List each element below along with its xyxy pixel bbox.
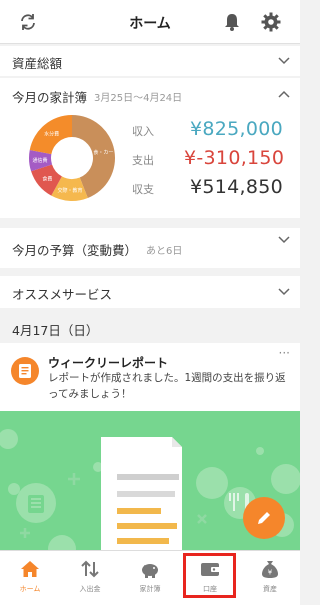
donut-slice-label: 交際・教育 <box>57 187 82 194</box>
tab-household[interactable]: 家計簿 <box>120 551 180 605</box>
assets-title: 資産総額 <box>12 56 63 71</box>
date-heading: 4月17日（日） <box>12 323 99 338</box>
piggy-bank-icon <box>142 564 158 578</box>
tab-transactions[interactable]: 入出金 <box>60 551 120 605</box>
gear-icon[interactable] <box>261 12 281 32</box>
services-title: オススメサービス <box>12 287 113 302</box>
income-label: 収入 <box>132 125 154 138</box>
tab-home-label: ホーム <box>19 585 41 593</box>
tab-highlight-box <box>183 553 236 598</box>
donut-slice-label: 水分費 <box>44 130 59 137</box>
page-title: ホーム <box>129 16 171 32</box>
bottom-tab-bar: ホーム 入出金 家計簿 口座 ¥ 資産 <box>0 550 300 605</box>
tab-home[interactable]: ホーム <box>0 551 60 605</box>
top-header: ホーム <box>0 0 300 44</box>
assets-row[interactable]: 資産総額 <box>0 46 300 76</box>
chevron-up-icon[interactable] <box>278 90 290 98</box>
donut-slice-label: 食費 <box>42 175 52 182</box>
chevron-down-icon <box>278 236 290 244</box>
home-icon <box>21 561 39 577</box>
svg-text:¥: ¥ <box>268 569 273 577</box>
household-period: 3月25日〜4月24日 <box>94 93 183 104</box>
chevron-down-icon <box>278 288 290 296</box>
household-card: 今月の家計簿 3月25日〜4月24日 食・カー 交際・教育 食費 通信費 水分費 収入 … <box>0 78 300 218</box>
edit-fab-button[interactable] <box>243 497 285 539</box>
expense-value: ¥-310,150 <box>184 147 285 169</box>
balance-label: 収支 <box>132 183 154 196</box>
household-title: 今月の家計簿 <box>12 90 88 105</box>
balance-value: ¥514,850 <box>190 176 284 198</box>
report-icon <box>11 357 39 385</box>
transfer-icon <box>81 560 99 578</box>
tab-assets-label: 資産 <box>263 585 277 593</box>
tab-household-label: 家計簿 <box>139 585 161 593</box>
services-row[interactable]: オススメサービス <box>0 276 300 308</box>
donut-slice-label: 食・カー <box>93 149 113 156</box>
chevron-down-icon <box>278 57 290 65</box>
money-bag-icon: ¥ <box>262 561 278 578</box>
budget-title: 今月の予算（変動費） <box>12 243 138 258</box>
tab-assets[interactable]: ¥ 資産 <box>240 551 300 605</box>
donut-slice-label: 通信費 <box>33 157 48 164</box>
report-body: レポートが作成されました。1週間の支出を振り返ってみましょう！ <box>48 372 286 400</box>
budget-days-left: あと6日 <box>146 246 183 257</box>
report-banner <box>0 411 300 555</box>
expense-donut-chart[interactable]: 食・カー交際・教育食費 通信費 水分費 <box>28 114 116 202</box>
income-value: ¥825,000 <box>190 118 284 140</box>
expense-label: 支出 <box>132 154 154 167</box>
bell-icon[interactable] <box>222 12 242 32</box>
more-options-button[interactable]: ··· <box>279 346 290 360</box>
report-title: ウィークリーレポート <box>48 356 169 370</box>
budget-row[interactable]: 今月の予算（変動費） あと6日 <box>0 228 300 268</box>
pencil-icon <box>258 512 270 524</box>
weekly-report-card[interactable]: ウィークリーレポート レポートが作成されました。1週間の支出を振り返ってみましょ… <box>0 343 300 555</box>
tab-transactions-label: 入出金 <box>79 585 101 593</box>
